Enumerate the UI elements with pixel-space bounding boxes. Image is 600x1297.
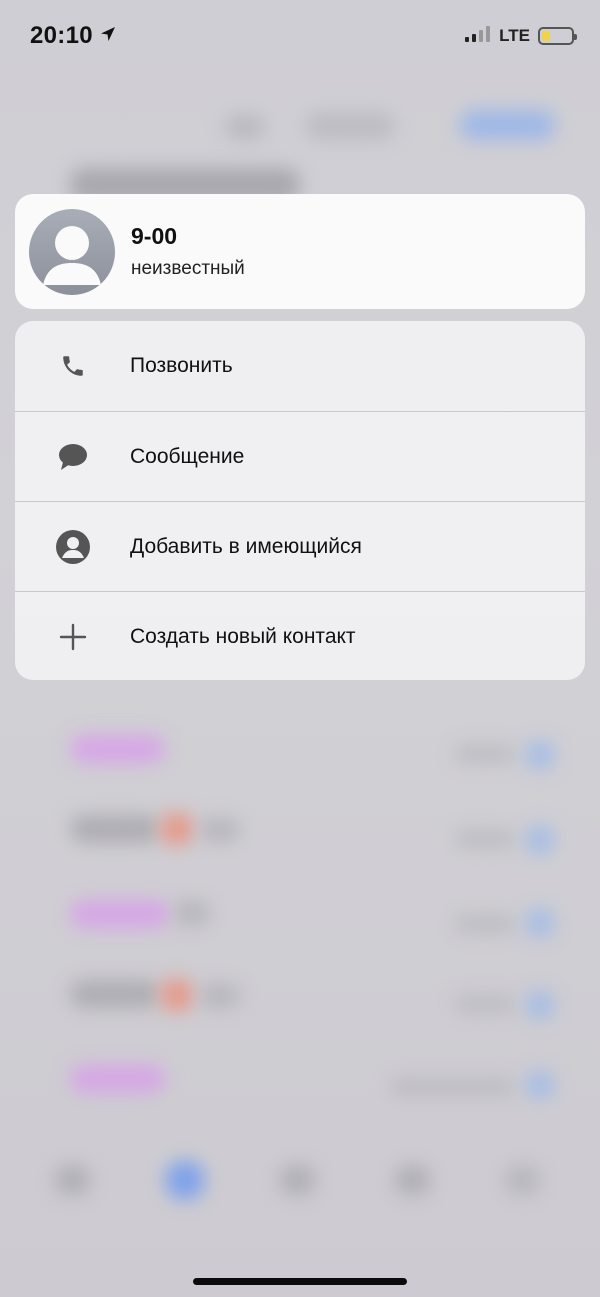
avatar [29, 208, 115, 295]
menu-item-message[interactable]: Сообщение [15, 411, 585, 501]
menu-item-label: Сообщение [130, 444, 245, 468]
location-arrow-icon [99, 25, 117, 48]
signal-icon [465, 25, 491, 47]
message-icon [55, 439, 91, 475]
contact-number: 9-00 [131, 223, 178, 249]
network-type: LTE [499, 26, 530, 45]
contact-action-menu: Позвонить Сообщение Добавить в имеющийся… [15, 321, 585, 680]
contact-card[interactable]: 9-00 неизвестный [15, 194, 585, 309]
menu-item-label: Добавить в имеющийся [130, 534, 362, 558]
menu-item-call[interactable]: Позвонить [15, 321, 585, 411]
status-time: 20:10 [30, 22, 93, 49]
phone-icon [55, 348, 91, 384]
menu-item-label: Создать новый контакт [130, 624, 356, 648]
menu-item-add-to-existing[interactable]: Добавить в имеющийся [15, 501, 585, 591]
person-icon [55, 529, 91, 565]
plus-icon [55, 619, 91, 655]
menu-item-label: Позвонить [130, 354, 233, 377]
battery-icon [538, 27, 577, 45]
menu-item-create-new-contact[interactable]: Создать новый контакт [15, 591, 585, 680]
person-silhouette-icon [43, 225, 101, 285]
home-indicator[interactable] [193, 1278, 407, 1285]
contact-label: неизвестный [131, 258, 245, 279]
battery-level-fill [542, 31, 550, 41]
status-bar: 20:10 LTE [0, 0, 600, 72]
